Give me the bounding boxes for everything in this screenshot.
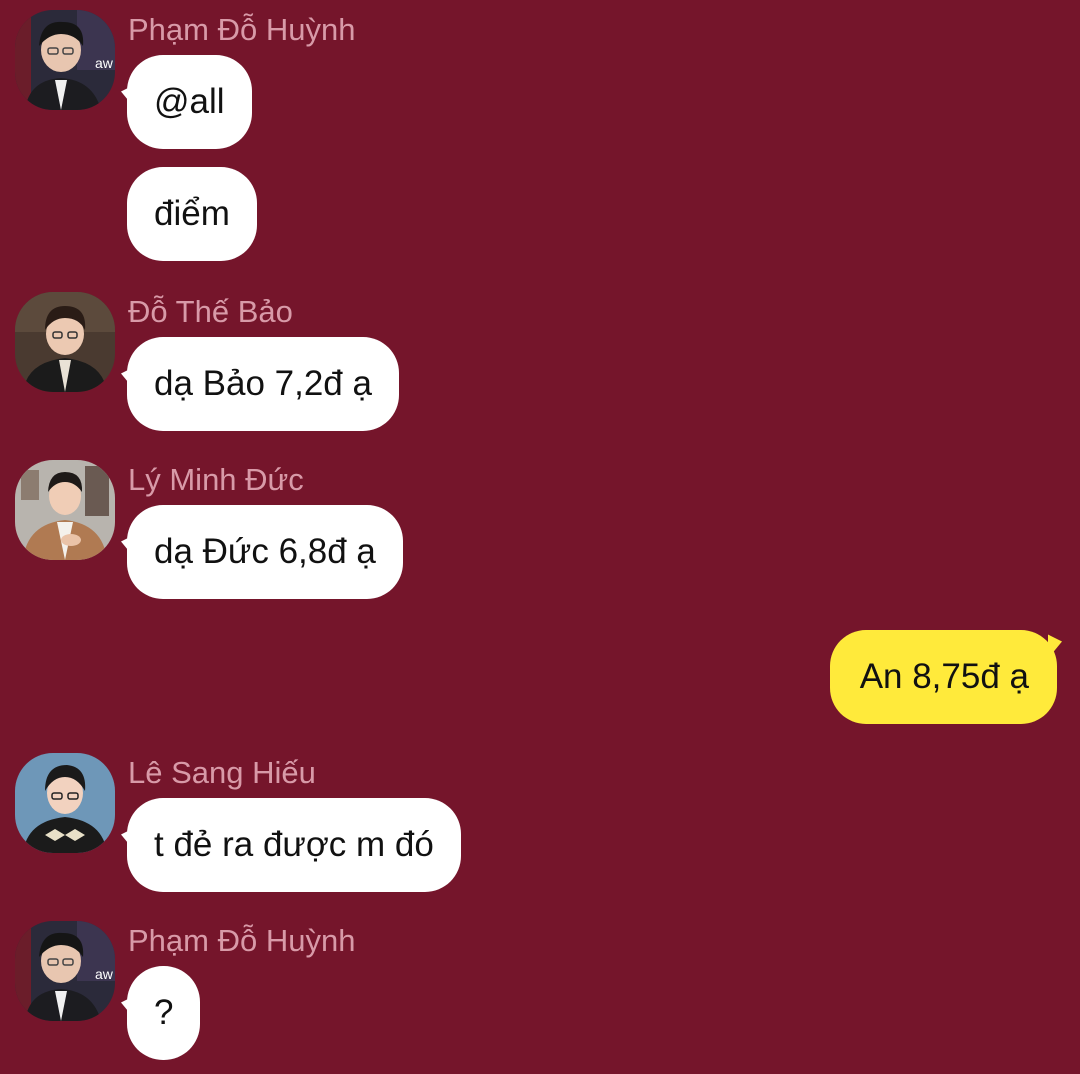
message-bubble[interactable]: dạ Đức 6,8đ ạ [127, 505, 403, 599]
sender-name: Phạm Đỗ Huỳnh [128, 923, 356, 958]
outgoing-message-bubble[interactable]: An 8,75đ ạ [829, 630, 1057, 724]
message-bubble[interactable]: dạ Bảo 7,2đ ạ [127, 337, 399, 431]
person-avatar-icon [15, 753, 115, 853]
chat-message-list[interactable]: aw Phạm Đỗ Huỳnh @all điểm Đỗ Thế Bảo dạ… [0, 0, 1080, 1074]
sender-name: Đỗ Thế Bảo [128, 294, 293, 329]
sender-name: Lê Sang Hiếu [128, 755, 316, 790]
message-bubble[interactable]: @all [127, 55, 252, 149]
person-avatar-icon: aw [15, 921, 115, 1021]
avatar[interactable] [15, 753, 115, 853]
sender-name: Phạm Đỗ Huỳnh [128, 12, 356, 47]
avatar[interactable]: aw [15, 921, 115, 1021]
person-avatar-icon [15, 460, 115, 560]
svg-text:aw: aw [95, 55, 114, 71]
avatar[interactable] [15, 460, 115, 560]
sender-name: Lý Minh Đức [128, 462, 304, 497]
avatar[interactable]: aw [15, 10, 115, 110]
message-bubble[interactable]: ? [127, 966, 201, 1060]
person-avatar-icon: aw [15, 10, 115, 110]
avatar[interactable] [15, 292, 115, 392]
message-bubble[interactable]: t đẻ ra được m đó [127, 798, 461, 892]
svg-text:aw: aw [95, 966, 114, 982]
message-bubble[interactable]: điểm [127, 167, 257, 261]
person-avatar-icon [15, 292, 115, 392]
